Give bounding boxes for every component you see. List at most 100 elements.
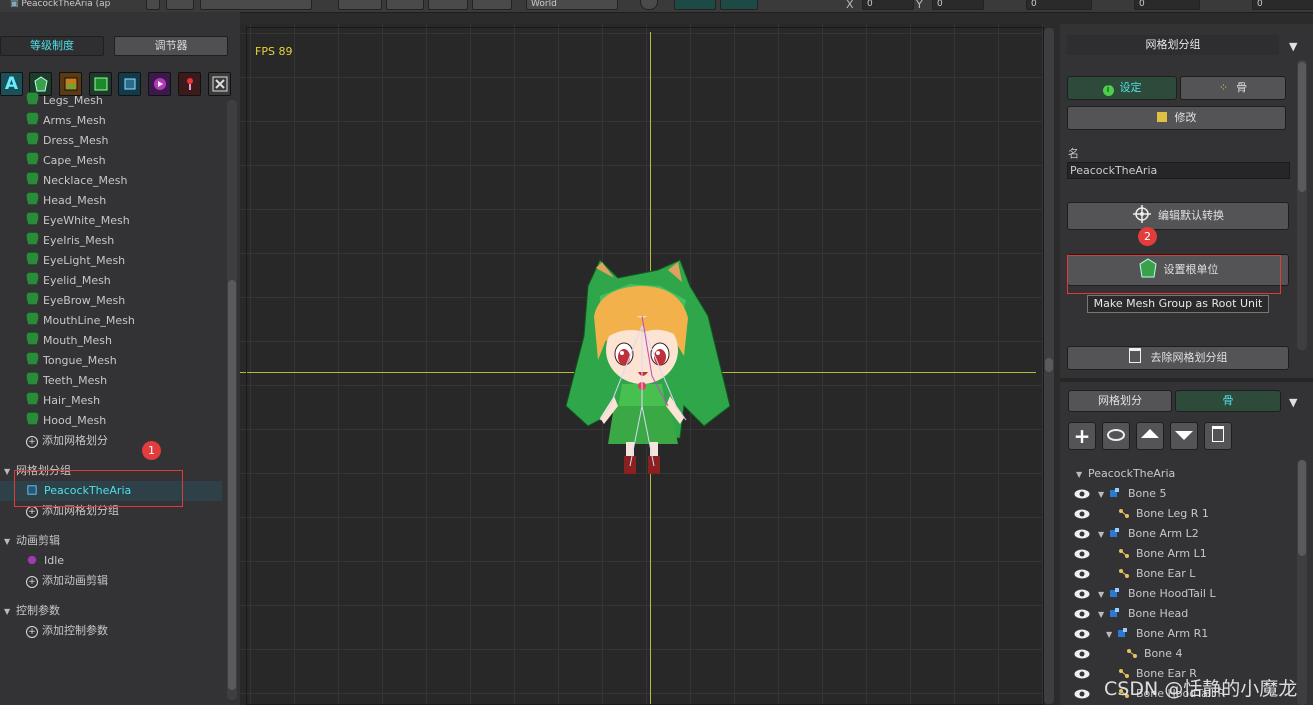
toolbar-button-5[interactable] (428, 0, 468, 10)
toolbar-toggle-1[interactable] (674, 0, 716, 10)
toolbar-circle-button[interactable] (640, 0, 658, 10)
bone-item[interactable]: ▼ Bone Arm L2 (1060, 524, 1296, 544)
text-icon[interactable]: A (0, 72, 23, 96)
expand-icon[interactable]: ▼ (1098, 525, 1110, 545)
bone-root[interactable]: ▼ PeacockTheAria (1076, 464, 1175, 484)
add-anim-button[interactable]: + 添加动画剪辑 (26, 571, 248, 591)
bone-tab-button[interactable]: ⁘ 骨 (1180, 76, 1286, 100)
bone-item[interactable]: Bone Leg R 1 (1060, 504, 1296, 524)
bone-item[interactable]: Bone Arm L1 (1060, 544, 1296, 564)
move-up-button[interactable] (1136, 422, 1164, 450)
collapse-icon[interactable]: ▼ (1289, 40, 1297, 53)
character-illustration[interactable] (560, 256, 750, 482)
mesh-item[interactable]: Mouth_Mesh (26, 331, 248, 351)
eye-icon[interactable] (1074, 569, 1090, 579)
add-bone-button[interactable]: + (1068, 422, 1096, 450)
mesh-item[interactable]: MouthLine_Mesh (26, 311, 248, 331)
eye-icon[interactable] (1074, 649, 1090, 659)
mesh-item[interactable]: Arms_Mesh (26, 111, 248, 131)
document-dropdown-button[interactable] (146, 0, 160, 10)
canvas-viewport[interactable]: FPS 89 (240, 24, 1044, 705)
eye-icon[interactable] (1074, 609, 1090, 619)
add-icon: + (26, 576, 38, 588)
expand-icon[interactable]: ▼ (1098, 605, 1110, 625)
bone-item[interactable]: Bone 4 (1060, 644, 1296, 664)
mesh-item[interactable]: Necklace_Mesh (26, 171, 248, 191)
name-field[interactable]: PeacockTheAria (1067, 162, 1290, 179)
mesh-item-label: Hair_Mesh (43, 394, 101, 407)
bone-item[interactable]: ▼ Bone Arm R1 (1060, 624, 1296, 644)
modify-button[interactable]: 修改 (1067, 106, 1286, 130)
eye-icon[interactable] (1074, 489, 1090, 499)
x-field[interactable]: 0 (862, 0, 914, 10)
mesh-item[interactable]: EyeWhite_Mesh (26, 211, 248, 231)
layer-bone-button[interactable] (1102, 422, 1130, 450)
expand-icon[interactable]: ▼ (1098, 585, 1110, 605)
space-dropdown[interactable]: World (526, 0, 618, 10)
mesh-item[interactable]: EyeIris_Mesh (26, 231, 248, 251)
y-field[interactable]: 0 (932, 0, 984, 10)
eye-icon[interactable] (1074, 589, 1090, 599)
add-mesh-button[interactable]: + 添加网格划分 (26, 431, 248, 451)
left-scrollbar[interactable] (227, 100, 237, 700)
eye-icon[interactable] (1074, 529, 1090, 539)
mesh-item[interactable]: EyeLight_Mesh (26, 251, 248, 271)
toolbar-button-4[interactable] (386, 0, 424, 10)
right-top-scrollbar[interactable] (1297, 60, 1307, 350)
setting-tab-button[interactable]: i 设定 (1067, 76, 1177, 100)
left-scrollbar-thumb[interactable] (228, 280, 236, 690)
tab-mesh[interactable]: 网格划分 (1068, 390, 1172, 412)
add-icon: + (26, 436, 38, 448)
mesh-item[interactable]: Eyelid_Mesh (26, 271, 248, 291)
bone-item-label: Bone Leg R 1 (1136, 507, 1209, 520)
field-4[interactable]: 0 (1134, 0, 1200, 10)
tab-hierarchy[interactable]: 等级制度 (0, 36, 104, 56)
remove-group-button[interactable]: 去除网格划分组 (1067, 346, 1289, 370)
edit-default-transform-button[interactable]: 编辑默认转换 (1067, 202, 1289, 230)
toolbar-button-6[interactable] (472, 0, 512, 10)
anim-item-idle[interactable]: Idle (26, 551, 248, 571)
viewport-scrollbar[interactable] (1044, 28, 1054, 704)
bone-item[interactable]: Bone Ear L (1060, 564, 1296, 584)
bone-item-label: Bone Ear L (1136, 567, 1196, 580)
eye-icon[interactable] (1074, 549, 1090, 559)
expand-icon[interactable]: ▼ (1106, 625, 1118, 645)
bone-item[interactable]: ▼ Bone 5 (1060, 484, 1296, 504)
eye-icon[interactable] (1074, 629, 1090, 639)
mesh-item[interactable]: Hood_Mesh (26, 411, 248, 431)
right-top-scrollbar-thumb[interactable] (1298, 62, 1306, 192)
field-3[interactable]: 0 (1026, 0, 1092, 10)
tab-modifier[interactable]: 调节器 (114, 36, 228, 56)
eye-icon[interactable] (1074, 689, 1090, 699)
mesh-item[interactable]: EyeBrow_Mesh (26, 291, 248, 311)
toolbar-button-2[interactable] (200, 0, 312, 10)
eye-icon[interactable] (1074, 669, 1090, 679)
tab-bone[interactable]: 骨 (1175, 390, 1281, 412)
anim-section-header[interactable]: ▼ 动画剪辑 (4, 531, 226, 551)
mesh-item[interactable]: Tongue_Mesh (26, 351, 248, 371)
mesh-item[interactable]: Dress_Mesh (26, 131, 248, 151)
param-section-header[interactable]: ▼ 控制参数 (4, 601, 226, 621)
expand-icon[interactable]: ▼ (1098, 485, 1110, 505)
bone-list-scrollbar-thumb[interactable] (1298, 460, 1306, 556)
move-down-button[interactable] (1170, 422, 1198, 450)
document-name[interactable]: ▣ PeacockTheAria (ap (10, 0, 144, 9)
mesh-item[interactable]: Teeth_Mesh (26, 371, 248, 391)
mesh-item[interactable]: Cape_Mesh (26, 151, 248, 171)
eye-icon[interactable] (1074, 509, 1090, 519)
bone-item-label: Bone Arm L1 (1136, 547, 1207, 560)
field-5[interactable]: 0 (1252, 0, 1313, 10)
delete-bone-button[interactable] (1204, 422, 1232, 450)
toolbar-button-1[interactable] (166, 0, 194, 10)
add-param-button[interactable]: + 添加控制参数 (26, 621, 248, 641)
mesh-item[interactable]: Head_Mesh (26, 191, 248, 211)
bone-item[interactable]: ▼ Bone HoodTail L (1060, 584, 1296, 604)
toolbar-button-3[interactable] (338, 0, 382, 10)
mesh-item[interactable]: Hair_Mesh (26, 391, 248, 411)
collapse-icon-2[interactable]: ▼ (1289, 396, 1297, 409)
bone-item[interactable]: ▼ Bone Head (1060, 604, 1296, 624)
viewport-scrollbar-thumb[interactable] (1045, 358, 1053, 372)
bone-list-scrollbar[interactable] (1297, 460, 1307, 705)
toolbar-toggle-2[interactable] (720, 0, 758, 10)
mesh-item[interactable]: Legs_Mesh (26, 91, 248, 111)
